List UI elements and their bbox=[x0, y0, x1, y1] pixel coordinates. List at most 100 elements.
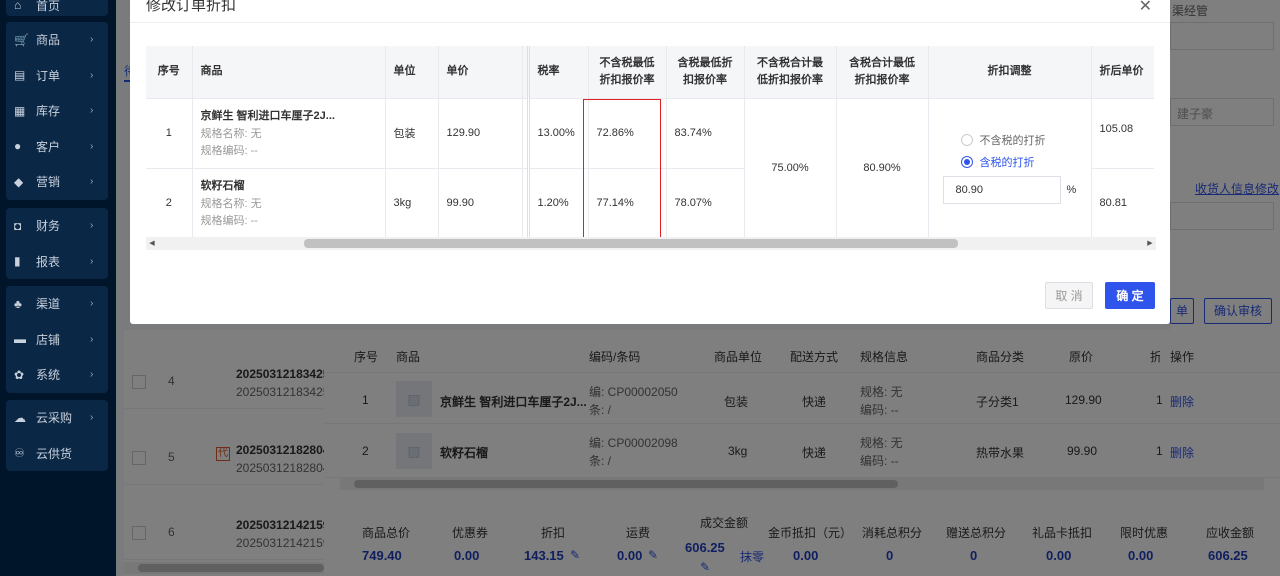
scroll-right-icon[interactable]: ▶ bbox=[1144, 237, 1156, 250]
discount-percent-input[interactable] bbox=[942, 176, 1061, 204]
modal-title: 修改订单折扣 bbox=[146, 0, 237, 14]
chevron-right-icon: › bbox=[90, 105, 94, 117]
channel-icon: ♣ bbox=[14, 296, 22, 311]
user-icon: ● bbox=[14, 139, 22, 154]
header-unit: 单位 bbox=[385, 46, 439, 99]
sidebar-item-orders[interactable]: ▤ 订单 › bbox=[6, 58, 108, 94]
sidebar-group-home: ⌂ 首页 bbox=[6, 0, 108, 16]
wallet-icon: ◘ bbox=[14, 218, 22, 233]
spec-name: 规格名称: 无 bbox=[200, 127, 262, 140]
sidebar-group-1: 🛒 商品 › ▤ 订单 › ▦ 库存 › ● 客户 › ◆ 营销 › bbox=[6, 22, 108, 200]
cart-icon: 🛒 bbox=[14, 32, 29, 47]
sidebar-item-home[interactable]: ⌂ 首页 bbox=[6, 0, 108, 16]
warehouse-icon: ▦ bbox=[14, 103, 26, 118]
header-no: 序号 bbox=[146, 46, 193, 99]
chevron-right-icon: › bbox=[90, 369, 94, 381]
discounted-price: 105.08 bbox=[1091, 98, 1154, 169]
chevron-right-icon: › bbox=[90, 34, 94, 46]
discount-table-wrapper: 序号 商品 单位 单价 税率 不含税最低折扣报价率 含税最低折扣报价率 不含税合… bbox=[146, 46, 1154, 250]
gear-icon: ✿ bbox=[14, 367, 25, 382]
supply-icon: ♾ bbox=[14, 446, 25, 461]
table-hscroll-thumb[interactable] bbox=[304, 239, 958, 248]
discount-modal: 修改订单折扣 ✕ 序号 商品 单位 单价 税率 不含税最低折扣报价率 含税最低折… bbox=[130, 0, 1170, 324]
table-hscrollbar[interactable]: ◀ ▶ bbox=[146, 237, 1156, 250]
min-rate-in-tax: 78.07% bbox=[666, 168, 745, 239]
header-after-price: 折后单价 bbox=[1091, 46, 1154, 99]
radio-ex-tax[interactable]: 不含税的打折 bbox=[960, 132, 1083, 148]
sidebar-group-3: ♣ 渠道 › ▬ 店铺 › ✿ 系统 › bbox=[6, 286, 108, 393]
sidebar-item-marketing[interactable]: ◆ 营销 › bbox=[6, 164, 108, 200]
percent-unit: % bbox=[1066, 184, 1077, 196]
order-icon: ▤ bbox=[14, 68, 26, 83]
header-tax: 税率 bbox=[528, 46, 589, 99]
sidebar-group-2: ◘ 财务 › ▮ 报表 › bbox=[6, 208, 108, 279]
chevron-right-icon: › bbox=[90, 298, 94, 310]
sidebar-item-finance[interactable]: ◘ 财务 › bbox=[6, 208, 108, 244]
modal-divider bbox=[130, 22, 1170, 23]
header-price: 单价 bbox=[438, 46, 523, 99]
min-rate-ex-tax: 72.86% bbox=[588, 98, 667, 169]
product-name: 京鲜生 智利进口车厘子2J... bbox=[200, 109, 335, 122]
chevron-right-icon: › bbox=[90, 255, 94, 267]
cancel-button[interactable]: 取 消 bbox=[1045, 282, 1093, 309]
unit: 包装 bbox=[385, 98, 439, 169]
sidebar-item-cloud-supply[interactable]: ♾ 云供货 bbox=[6, 436, 108, 472]
chevron-right-icon: › bbox=[90, 140, 94, 152]
header-total-min-in: 含税合计最低折扣报价率 bbox=[836, 46, 929, 99]
total-min-rate-ex-tax: 75.00% bbox=[744, 98, 837, 239]
product-cell: 软籽石榴 规格名称: 无 规格编码: -- bbox=[192, 168, 386, 239]
discount-input-row: % bbox=[937, 176, 1083, 204]
chevron-right-icon: › bbox=[90, 220, 94, 232]
product-cell: 京鲜生 智利进口车厘子2J... 规格名称: 无 规格编码: -- bbox=[192, 98, 386, 169]
close-icon[interactable]: ✕ bbox=[1139, 0, 1152, 16]
sidebar-item-channel[interactable]: ♣ 渠道 › bbox=[6, 286, 108, 322]
radio-circle-icon bbox=[960, 134, 973, 146]
chevron-right-icon: › bbox=[90, 69, 94, 81]
discount-adjust-cell: 不含税的打折 含税的打折 % bbox=[928, 98, 1092, 239]
radio-checked-icon bbox=[960, 156, 973, 168]
table-header-row: 序号 商品 单位 单价 税率 不含税最低折扣报价率 含税最低折扣报价率 不含税合… bbox=[146, 46, 1154, 99]
product-name: 软籽石榴 bbox=[200, 179, 245, 192]
home-icon: ⌂ bbox=[14, 0, 22, 12]
tag-icon: ◆ bbox=[14, 174, 24, 189]
sidebar-item-customers[interactable]: ● 客户 › bbox=[6, 129, 108, 165]
chevron-right-icon: › bbox=[90, 412, 94, 424]
chart-icon: ▮ bbox=[14, 254, 21, 269]
spec-code: 规格编码: -- bbox=[200, 214, 258, 227]
confirm-button[interactable]: 确 定 bbox=[1105, 282, 1155, 309]
spec-code: 规格编码: -- bbox=[200, 144, 258, 157]
cloud-icon: ☁ bbox=[14, 410, 26, 425]
row-no: 1 bbox=[146, 98, 193, 169]
unit-price: 99.90 bbox=[438, 168, 523, 239]
chevron-right-icon: › bbox=[90, 176, 94, 188]
radio-ex-tax-label: 不含税的打折 bbox=[979, 135, 1046, 147]
total-min-rate-in-tax: 80.90% bbox=[836, 98, 929, 239]
sidebar: ⌂ 首页 🛒 商品 › ▤ 订单 › ▦ 库存 › ● 客户 › ◆ 营销 › ◘ 财务 › ▮ 报表 › … bbox=[0, 0, 116, 576]
tax-rate: 1.20% bbox=[528, 168, 589, 239]
sidebar-item-system[interactable]: ✿ 系统 › bbox=[6, 357, 108, 393]
table-row: 1 京鲜生 智利进口车厘子2J... 规格名称: 无 规格编码: -- 包装 1… bbox=[146, 98, 1154, 239]
spec-name: 规格名称: 无 bbox=[200, 197, 262, 210]
sidebar-item-reports[interactable]: ▮ 报表 › bbox=[6, 244, 108, 280]
scroll-left-icon[interactable]: ◀ bbox=[146, 237, 158, 250]
discount-table: 序号 商品 单位 单价 税率 不含税最低折扣报价率 含税最低折扣报价率 不含税合… bbox=[146, 46, 1154, 239]
sidebar-item-stock[interactable]: ▦ 库存 › bbox=[6, 93, 108, 129]
sidebar-group-4: ☁ 云采购 › ♾ 云供货 bbox=[6, 400, 108, 471]
discounted-price: 80.81 bbox=[1091, 168, 1154, 239]
header-min-in: 含税最低折扣报价率 bbox=[666, 46, 745, 99]
header-total-min-ex: 不含税合计最低折扣报价率 bbox=[744, 46, 837, 99]
sidebar-item-cloud-purchase[interactable]: ☁ 云采购 › bbox=[6, 400, 108, 436]
shop-icon: ▬ bbox=[14, 332, 26, 347]
row-no: 2 bbox=[146, 168, 193, 239]
min-rate-in-tax: 83.74% bbox=[666, 98, 745, 169]
min-rate-ex-tax: 77.14% bbox=[588, 168, 667, 239]
radio-in-tax[interactable]: 含税的打折 bbox=[960, 154, 1083, 170]
tax-rate: 13.00% bbox=[528, 98, 589, 169]
header-min-ex: 不含税最低折扣报价率 bbox=[588, 46, 667, 99]
discount-mode-radio-group: 不含税的打折 含税的打折 bbox=[937, 132, 1083, 170]
sidebar-item-goods[interactable]: 🛒 商品 › bbox=[6, 22, 108, 58]
header-goods: 商品 bbox=[192, 46, 386, 99]
unit-price: 129.90 bbox=[438, 98, 523, 169]
sidebar-item-shop[interactable]: ▬ 店铺 › bbox=[6, 322, 108, 358]
radio-in-tax-label: 含税的打折 bbox=[979, 157, 1035, 169]
